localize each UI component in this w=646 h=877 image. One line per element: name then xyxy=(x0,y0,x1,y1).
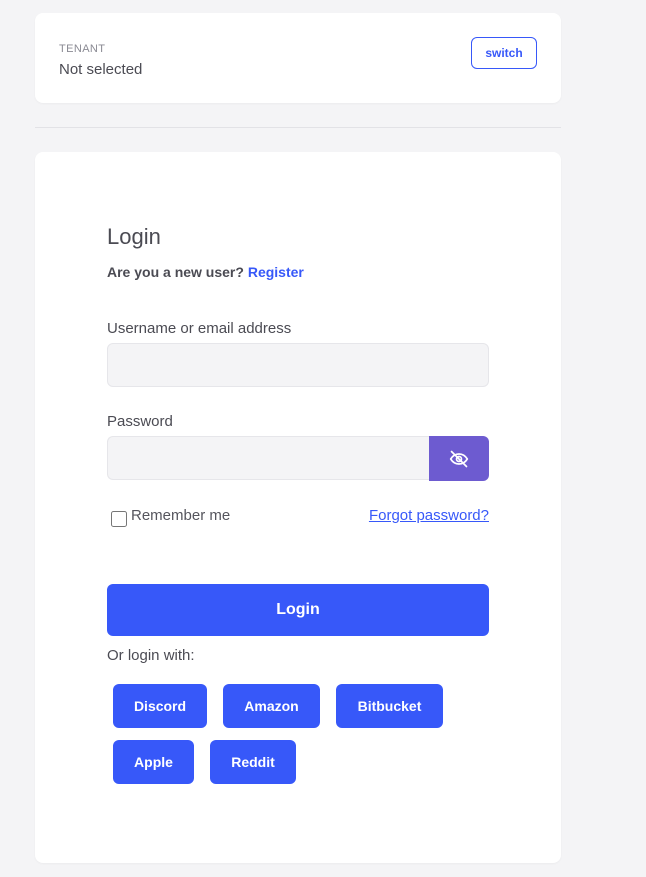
reddit-login-button[interactable]: Reddit xyxy=(210,740,296,784)
remember-me-label[interactable]: Remember me xyxy=(131,507,230,524)
username-input[interactable] xyxy=(107,343,489,387)
forgot-password-link[interactable]: Forgot password? xyxy=(369,507,489,524)
remember-me-checkbox[interactable] xyxy=(111,511,127,527)
switch-tenant-button[interactable]: switch xyxy=(471,37,537,69)
toggle-password-visibility-button[interactable] xyxy=(429,436,489,481)
social-login-heading: Or login with: xyxy=(107,647,195,664)
tenant-value: Not selected xyxy=(59,61,143,78)
eye-off-icon xyxy=(449,450,469,467)
tenant-card: TENANT Not selected switch xyxy=(35,13,561,103)
apple-login-button[interactable]: Apple xyxy=(113,740,194,784)
password-label: Password xyxy=(107,413,173,430)
divider xyxy=(35,127,561,128)
new-user-prompt: Are you a new user? xyxy=(107,264,244,280)
bitbucket-login-button[interactable]: Bitbucket xyxy=(336,684,443,728)
discord-login-button[interactable]: Discord xyxy=(113,684,207,728)
password-input[interactable] xyxy=(107,436,429,480)
amazon-login-button[interactable]: Amazon xyxy=(223,684,320,728)
login-title: Login xyxy=(107,224,161,249)
login-submit-button[interactable]: Login xyxy=(107,584,489,636)
login-card: Login Are you a new user? Register Usern… xyxy=(35,152,561,863)
username-label: Username or email address xyxy=(107,320,292,337)
tenant-label: TENANT xyxy=(59,43,106,55)
new-user-line: Are you a new user? Register xyxy=(107,264,304,280)
register-link[interactable]: Register xyxy=(248,264,304,280)
